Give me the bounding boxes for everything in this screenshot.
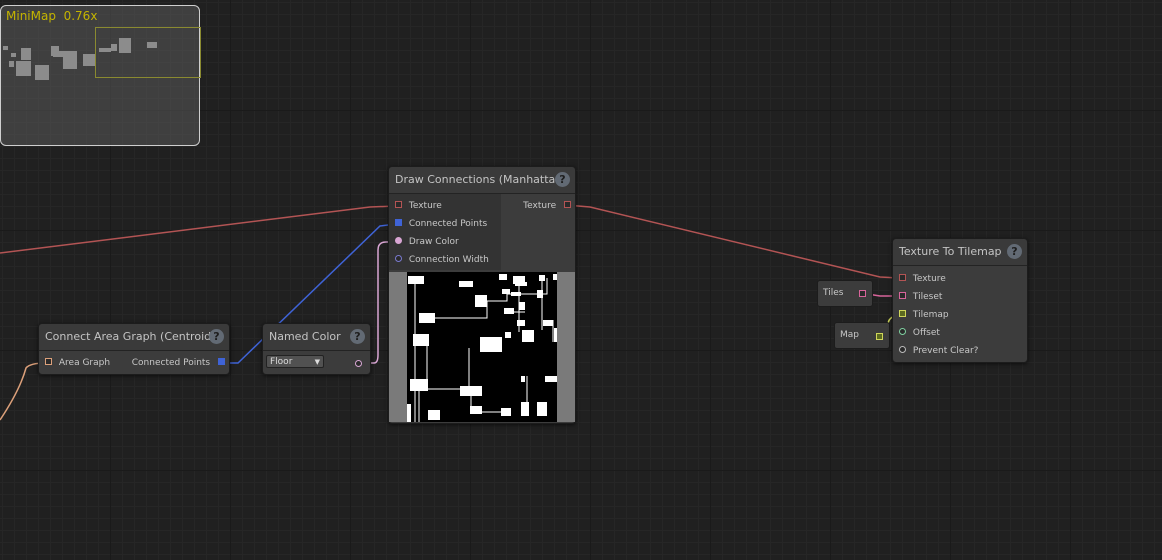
minimap-node bbox=[99, 48, 111, 52]
input-draw-color[interactable]: Draw Color bbox=[395, 233, 459, 251]
port-connected-points-out[interactable] bbox=[218, 358, 225, 365]
port-texture-in[interactable] bbox=[395, 201, 402, 208]
node-title[interactable]: Texture To Tilemap ? bbox=[893, 239, 1027, 266]
node-draw-connections[interactable]: Draw Connections (Manhattan) ? Texture C… bbox=[388, 166, 576, 424]
help-icon[interactable]: ? bbox=[1007, 244, 1022, 259]
port-tileset-in[interactable] bbox=[899, 292, 906, 299]
input-connection-width[interactable]: Connection Width bbox=[395, 251, 489, 269]
minimap-node bbox=[147, 42, 157, 48]
port-connected-points-in[interactable] bbox=[395, 219, 402, 226]
input-offset[interactable]: Offset bbox=[899, 324, 940, 342]
minimap-node bbox=[11, 53, 16, 57]
node-title[interactable]: Named Color ? bbox=[263, 324, 370, 351]
minimap-node bbox=[83, 54, 95, 66]
minimap-node bbox=[21, 48, 31, 60]
texture-preview-image bbox=[407, 272, 557, 422]
chevron-down-icon: ▼ bbox=[314, 358, 320, 366]
port-connection-width-in[interactable] bbox=[395, 255, 402, 262]
node-map[interactable]: Map bbox=[834, 322, 890, 349]
port-offset-in[interactable] bbox=[899, 328, 906, 335]
output-texture[interactable]: Texture bbox=[523, 197, 571, 215]
minimap-node bbox=[16, 61, 31, 76]
node-tiles[interactable]: Tiles bbox=[817, 280, 873, 307]
port-draw-color-in[interactable] bbox=[395, 237, 402, 244]
minimap-viewport[interactable] bbox=[95, 27, 201, 78]
port-color-out[interactable] bbox=[355, 360, 362, 367]
help-icon[interactable]: ? bbox=[350, 329, 365, 344]
input-texture[interactable]: Texture bbox=[899, 270, 946, 288]
minimap-node bbox=[35, 65, 49, 80]
minimap-node bbox=[119, 38, 131, 53]
node-named-color[interactable]: Named Color ? Floor ▼ bbox=[262, 323, 371, 375]
port-prevent-clear-in[interactable] bbox=[899, 346, 906, 353]
input-tileset[interactable]: Tileset bbox=[899, 288, 942, 306]
node-texture-to-tilemap[interactable]: Texture To Tilemap ? Texture Tileset Til… bbox=[892, 238, 1028, 363]
input-prevent-clear[interactable]: Prevent Clear? bbox=[899, 342, 978, 360]
node-title[interactable]: Draw Connections (Manhattan) ? bbox=[389, 167, 575, 194]
input-connected-points[interactable]: Connected Points bbox=[395, 215, 487, 233]
output-connected-points[interactable]: Connected Points bbox=[132, 354, 225, 372]
port-area-graph[interactable] bbox=[45, 358, 52, 365]
wire-texture-in bbox=[0, 205, 397, 254]
minimap-node bbox=[3, 46, 8, 50]
minimap-node bbox=[9, 61, 14, 67]
port-tilemap-in[interactable] bbox=[899, 310, 906, 317]
node-title[interactable]: Connect Area Graph (Centroids) ? bbox=[39, 324, 229, 351]
texture-preview bbox=[389, 272, 575, 422]
input-tilemap[interactable]: Tilemap bbox=[899, 306, 949, 324]
port-texture-out[interactable] bbox=[564, 201, 571, 208]
minimap-title: MiniMap 0.76x bbox=[6, 9, 98, 23]
port-map-out[interactable] bbox=[876, 333, 883, 340]
port-tiles-out[interactable] bbox=[859, 290, 866, 297]
minimap-node bbox=[111, 44, 117, 51]
minimap-zoom: 0.76x bbox=[63, 9, 98, 23]
minimap[interactable]: MiniMap 0.76x bbox=[0, 5, 201, 146]
help-icon[interactable]: ? bbox=[209, 329, 224, 344]
minimap-node bbox=[63, 51, 77, 69]
help-icon[interactable]: ? bbox=[555, 172, 570, 187]
wire-texture-out bbox=[565, 204, 901, 279]
node-connect-area-graph[interactable]: Connect Area Graph (Centroids) ? Area Gr… bbox=[38, 323, 230, 375]
input-texture[interactable]: Texture bbox=[395, 197, 442, 215]
input-area-graph[interactable]: Area Graph bbox=[45, 354, 110, 372]
port-texture-in[interactable] bbox=[899, 274, 906, 281]
color-dropdown[interactable]: Floor ▼ bbox=[266, 355, 324, 368]
